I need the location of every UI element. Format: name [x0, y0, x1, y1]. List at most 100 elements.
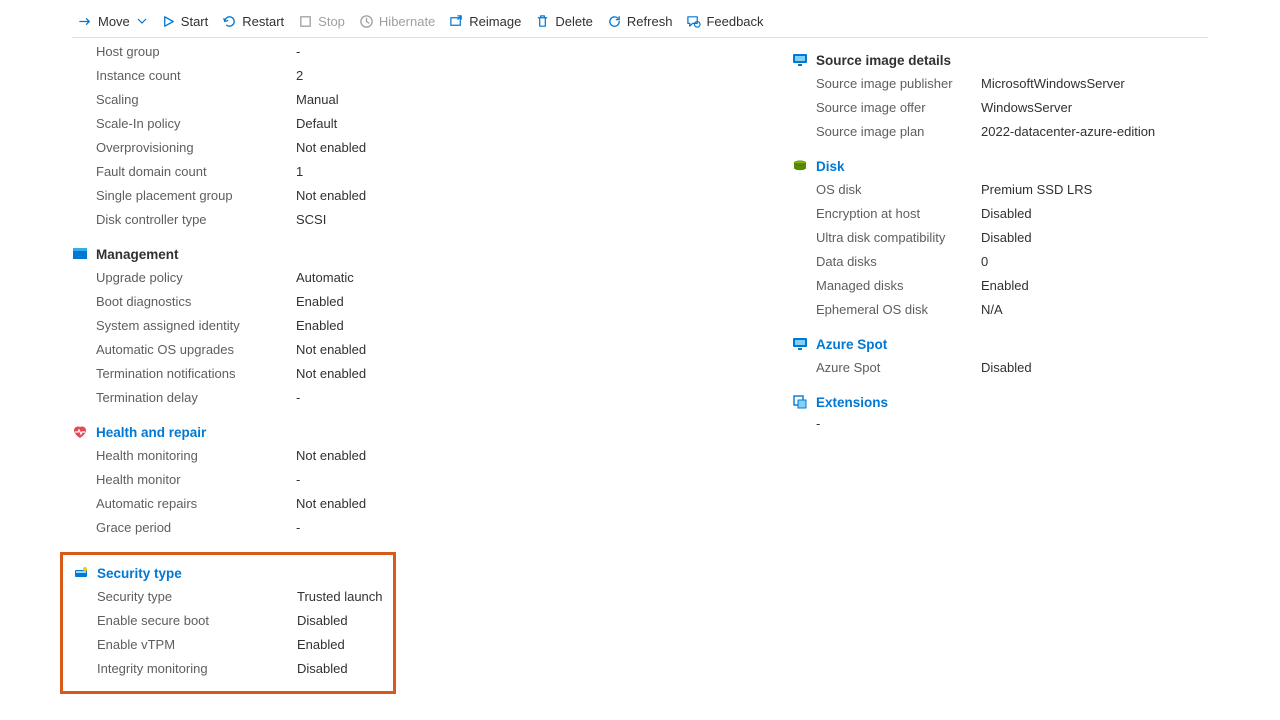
section-title: Extensions	[816, 395, 888, 410]
property-row: Automatic repairsNot enabled	[72, 492, 752, 516]
property-label: Source image plan	[816, 123, 981, 141]
property-value: Not enabled	[296, 447, 366, 465]
property-value: SCSI	[296, 211, 326, 229]
property-label: Instance count	[96, 67, 296, 85]
section-title: Azure Spot	[816, 337, 887, 352]
property-row: Boot diagnosticsEnabled	[72, 290, 752, 314]
property-value: 0	[981, 253, 988, 271]
property-row: Source image offerWindowsServer	[792, 96, 1192, 120]
property-row: Instance count2	[72, 64, 752, 88]
property-value: Not enabled	[296, 341, 366, 359]
property-row: Data disks0	[792, 250, 1192, 274]
property-label: Ultra disk compatibility	[816, 229, 981, 247]
property-value: Disabled	[297, 612, 348, 630]
property-label: Automatic repairs	[96, 495, 296, 513]
property-label: Upgrade policy	[96, 269, 296, 287]
property-value: Disabled	[981, 205, 1032, 223]
property-value: -	[296, 43, 300, 61]
property-label: Security type	[97, 588, 297, 606]
property-value: 2	[296, 67, 303, 85]
refresh-button[interactable]: Refresh	[607, 14, 673, 29]
property-row: Termination delay-	[72, 386, 752, 410]
property-value: -	[296, 519, 300, 537]
management-icon	[72, 246, 88, 262]
property-label: Termination notifications	[96, 365, 296, 383]
property-row: Scale-In policyDefault	[72, 112, 752, 136]
property-label: Boot diagnostics	[96, 293, 296, 311]
property-label: Source image publisher	[816, 75, 981, 93]
property-value: Not enabled	[296, 187, 366, 205]
property-row: Disk controller typeSCSI	[72, 208, 752, 232]
property-row: Source image plan2022-datacenter-azure-e…	[792, 120, 1192, 144]
property-row: Fault domain count1	[72, 160, 752, 184]
monitor-icon	[792, 52, 808, 68]
spot-icon	[792, 336, 808, 352]
move-button[interactable]: Move	[78, 14, 147, 29]
property-value: 1	[296, 163, 303, 181]
section-disk[interactable]: Disk	[792, 158, 1192, 174]
property-row: Enable secure bootDisabled	[73, 609, 383, 633]
property-label: Enable vTPM	[97, 636, 297, 654]
property-value: Trusted launch	[297, 588, 383, 606]
feedback-button[interactable]: Feedback	[686, 14, 763, 29]
property-label: Automatic OS upgrades	[96, 341, 296, 359]
property-label: Source image offer	[816, 99, 981, 117]
reimage-button[interactable]: Reimage	[449, 14, 521, 29]
property-label: Encryption at host	[816, 205, 981, 223]
restart-button[interactable]: Restart	[222, 14, 284, 29]
property-row: Health monitor-	[72, 468, 752, 492]
property-value: Not enabled	[296, 495, 366, 513]
property-row: OS diskPremium SSD LRS	[792, 178, 1192, 202]
property-row: Enable vTPMEnabled	[73, 633, 383, 657]
property-label: Data disks	[816, 253, 981, 271]
property-row: OverprovisioningNot enabled	[72, 136, 752, 160]
section-health-and-repair[interactable]: Health and repair	[72, 424, 752, 440]
section-azure-spot[interactable]: Azure Spot	[792, 336, 1192, 352]
property-row: Upgrade policyAutomatic	[72, 266, 752, 290]
delete-button[interactable]: Delete	[535, 14, 593, 29]
property-row: Source image publisherMicrosoftWindowsSe…	[792, 72, 1192, 96]
property-label: Scaling	[96, 91, 296, 109]
property-value: 2022-datacenter-azure-edition	[981, 123, 1155, 141]
property-value: Enabled	[296, 293, 344, 311]
property-row: Security typeTrusted launch	[73, 585, 383, 609]
property-row: Azure SpotDisabled	[792, 356, 1192, 380]
property-value: Premium SSD LRS	[981, 181, 1092, 199]
hibernate-button: Hibernate	[359, 14, 435, 29]
start-label: Start	[181, 14, 208, 29]
property-label: Overprovisioning	[96, 139, 296, 157]
property-value: Not enabled	[296, 139, 366, 157]
property-label: Integrity monitoring	[97, 660, 297, 678]
restart-label: Restart	[242, 14, 284, 29]
security-type-highlight: Security type Security typeTrusted launc…	[60, 552, 396, 694]
section-title: Health and repair	[96, 425, 206, 440]
hibernate-label: Hibernate	[379, 14, 435, 29]
property-row: ScalingManual	[72, 88, 752, 112]
property-value: Default	[296, 115, 337, 133]
chevron-down-icon	[137, 14, 147, 29]
property-label: Single placement group	[96, 187, 296, 205]
property-row: Grace period-	[72, 516, 752, 540]
property-label: Termination delay	[96, 389, 296, 407]
property-label: Ephemeral OS disk	[816, 301, 981, 319]
section-security-type[interactable]: Security type	[73, 565, 383, 581]
property-row: Integrity monitoringDisabled	[73, 657, 383, 681]
property-row: Single placement groupNot enabled	[72, 184, 752, 208]
property-value: MicrosoftWindowsServer	[981, 75, 1125, 93]
section-title: Management	[96, 247, 179, 262]
property-row: Automatic OS upgradesNot enabled	[72, 338, 752, 362]
section-title: Security type	[97, 566, 182, 581]
property-row: Termination notificationsNot enabled	[72, 362, 752, 386]
property-label: Health monitor	[96, 471, 296, 489]
property-value: Manual	[296, 91, 339, 109]
property-value: Enabled	[981, 277, 1029, 295]
refresh-label: Refresh	[627, 14, 673, 29]
section-title: Source image details	[816, 53, 951, 68]
property-label: Health monitoring	[96, 447, 296, 465]
property-value: Enabled	[297, 636, 345, 654]
stop-button: Stop	[298, 14, 345, 29]
start-button[interactable]: Start	[161, 14, 208, 29]
section-extensions[interactable]: Extensions	[792, 394, 1192, 410]
property-label: Host group	[96, 43, 296, 61]
property-value: Disabled	[297, 660, 348, 678]
